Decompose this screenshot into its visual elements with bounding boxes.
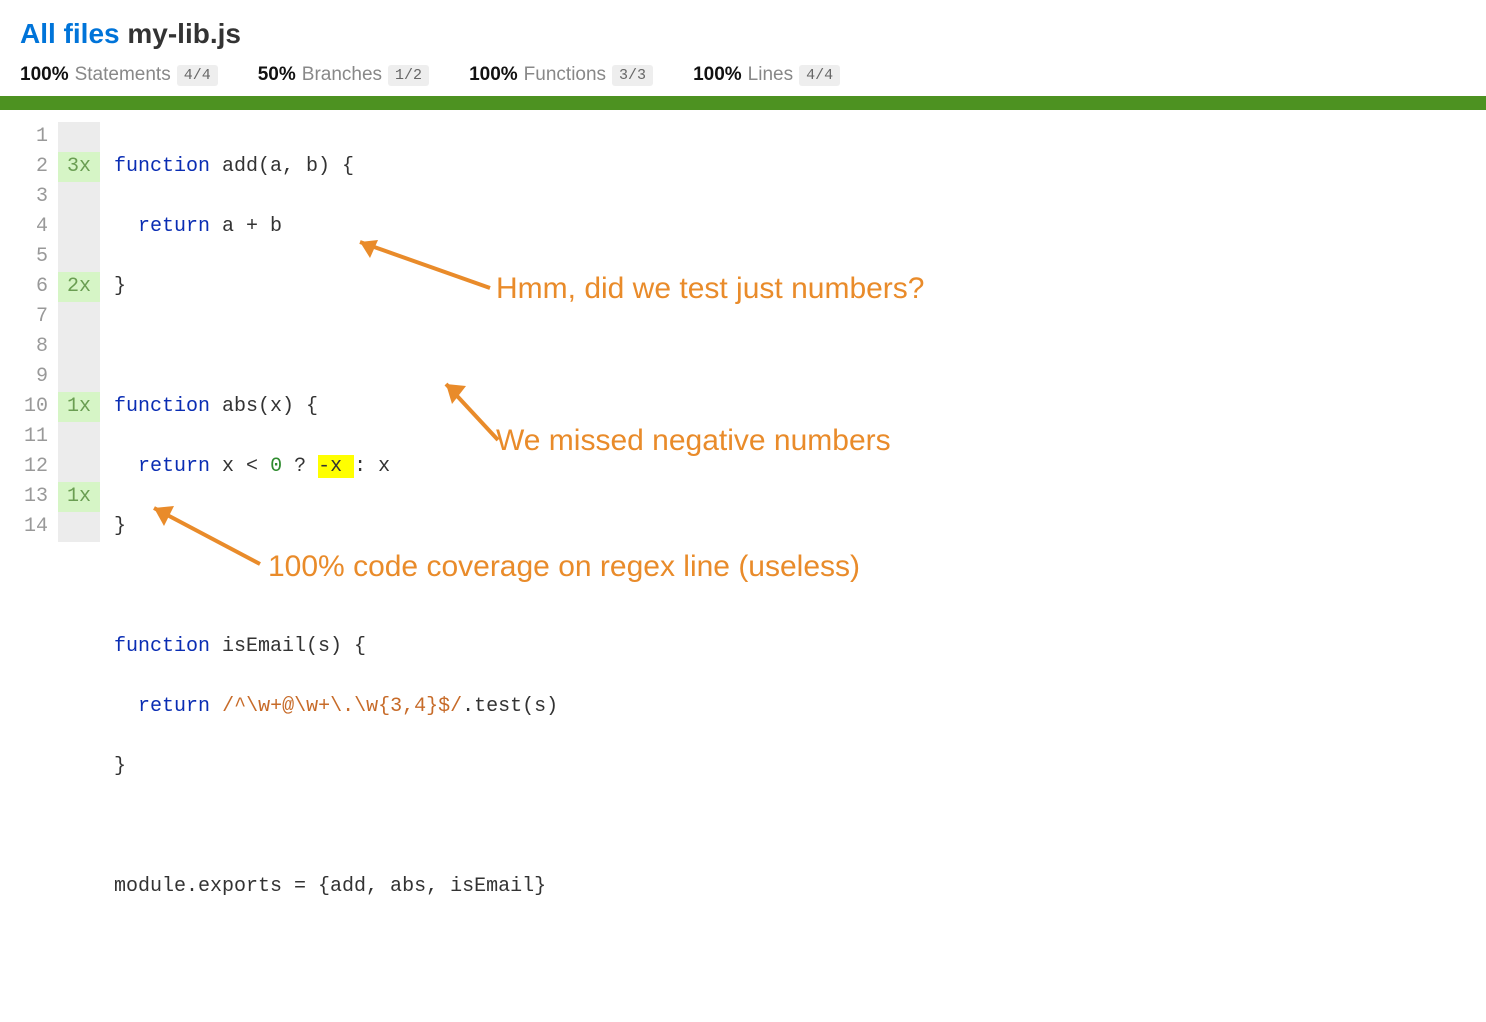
hit-count [58, 512, 100, 542]
hit-count [58, 452, 100, 482]
number-literal: 0 [270, 455, 282, 478]
breadcrumb-root-link[interactable]: All files [20, 18, 120, 49]
hit-count [58, 122, 100, 152]
stat-lines: 100% Lines 4/4 [693, 64, 840, 86]
stat-statements: 100% Statements 4/4 [20, 64, 218, 86]
stat-pct: 50% [258, 64, 296, 86]
line-number: 11 [20, 422, 52, 452]
branch-not-taken: -x [318, 455, 354, 478]
keyword: function [114, 155, 210, 178]
stat-pct: 100% [693, 64, 742, 86]
keyword: return [138, 455, 210, 478]
keyword: return [138, 215, 210, 238]
code-line: } [114, 272, 558, 302]
line-number: 4 [20, 212, 52, 242]
hit-count [58, 422, 100, 452]
code-line: function isEmail(s) { [114, 632, 558, 662]
stat-pct: 100% [469, 64, 518, 86]
hit-count [58, 332, 100, 362]
coverage-bar [0, 96, 1486, 110]
code-line: function abs(x) { [114, 392, 558, 422]
line-number: 13 [20, 482, 52, 512]
code-line: return x < 0 ? -x : x [114, 452, 558, 482]
line-number: 5 [20, 242, 52, 272]
stat-label: Statements [75, 64, 171, 86]
hit-count: 3x [58, 152, 100, 182]
line-number: 2 [20, 152, 52, 182]
stat-label: Branches [302, 64, 382, 86]
code-text: module.exports = {add, abs, isEmail} [114, 875, 546, 898]
line-number: 8 [20, 332, 52, 362]
breadcrumb: All files my-lib.js [20, 18, 1466, 50]
hit-count [58, 302, 100, 332]
line-number-gutter: 1 2 3 4 5 6 7 8 9 10 11 12 13 14 [20, 122, 58, 1022]
hit-count [58, 212, 100, 242]
regex-literal: /^\w+@\w+\.\w{3,4}$/ [222, 695, 462, 718]
keyword: function [114, 395, 210, 418]
code-text: } [114, 275, 126, 298]
keyword: function [114, 635, 210, 658]
annotation-text: Hmm, did we test just numbers? [496, 272, 924, 306]
code-text: add(a, b) { [210, 155, 354, 178]
stat-pct: 100% [20, 64, 69, 86]
line-number: 10 [20, 392, 52, 422]
line-number: 14 [20, 512, 52, 542]
line-number: 9 [20, 362, 52, 392]
code-line: return a + b [114, 212, 558, 242]
stat-frac: 4/4 [799, 65, 840, 86]
breadcrumb-filename: my-lib.js [127, 18, 241, 49]
hit-count: 1x [58, 392, 100, 422]
stat-frac: 3/3 [612, 65, 653, 86]
code-line [114, 332, 558, 362]
stat-functions: 100% Functions 3/3 [469, 64, 653, 86]
stat-label: Functions [524, 64, 606, 86]
line-number: 1 [20, 122, 52, 152]
code-text: abs(x) { [210, 395, 318, 418]
line-number: 12 [20, 452, 52, 482]
code-line: } [114, 752, 558, 782]
code-text: x < [210, 455, 270, 478]
code-line [114, 812, 558, 842]
stat-frac: 1/2 [388, 65, 429, 86]
keyword: return [138, 695, 210, 718]
code-text: } [114, 755, 126, 778]
hit-count [58, 242, 100, 272]
hit-count [58, 182, 100, 212]
code-line: return /^\w+@\w+\.\w{3,4}$/.test(s) [114, 692, 558, 722]
annotation-text: We missed negative numbers [496, 424, 891, 458]
code-text [210, 695, 222, 718]
annotation-text: 100% code coverage on regex line (useles… [268, 550, 860, 584]
line-number: 3 [20, 182, 52, 212]
stat-label: Lines [748, 64, 793, 86]
hit-count: 1x [58, 482, 100, 512]
code-text: ? [282, 455, 318, 478]
line-number: 6 [20, 272, 52, 302]
coverage-header: All files my-lib.js 100% Statements 4/4 … [0, 0, 1486, 96]
stat-branches: 50% Branches 1/2 [258, 64, 429, 86]
code-text: isEmail(s) { [210, 635, 366, 658]
coverage-stats: 100% Statements 4/4 50% Branches 1/2 100… [20, 64, 1466, 86]
hit-count-gutter: 3x 2x 1x 1x [58, 122, 100, 1022]
code-text: : x [354, 455, 390, 478]
hit-count [58, 362, 100, 392]
code-line: module.exports = {add, abs, isEmail} [114, 872, 558, 902]
code-line [114, 932, 558, 962]
hit-count: 2x [58, 272, 100, 302]
code-text: a + b [210, 215, 282, 238]
code-text: } [114, 515, 126, 538]
code-text: .test(s) [462, 695, 558, 718]
stat-frac: 4/4 [177, 65, 218, 86]
code-line: } [114, 512, 558, 542]
line-number: 7 [20, 302, 52, 332]
code-line: function add(a, b) { [114, 152, 558, 182]
